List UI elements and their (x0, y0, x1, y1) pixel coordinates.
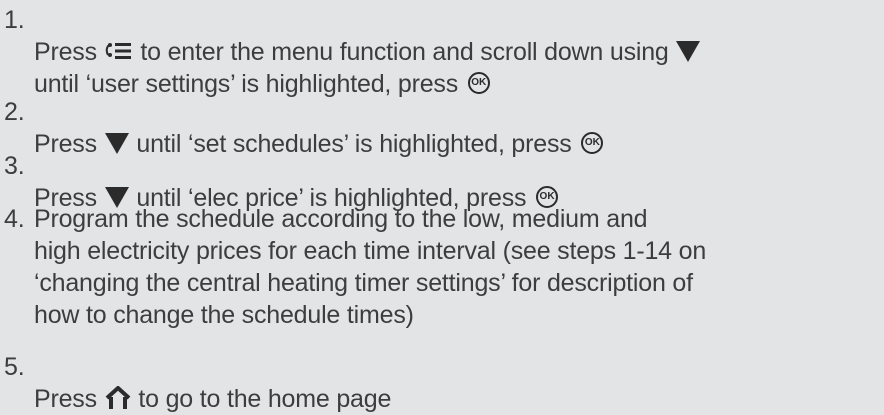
step-5: 5. Press to go to the home page (4, 351, 874, 415)
step-text: Program the schedule according to the lo… (34, 205, 707, 329)
step-1: 1. Press to enter the menu function and … (4, 4, 874, 100)
step-number: 4. (4, 205, 25, 233)
step-4: 4. Program the schedule according to the… (4, 203, 874, 331)
step-number: 5. (4, 353, 25, 381)
instruction-steps: 1. Press to enter the menu function and … (0, 0, 884, 413)
step-text: to enter the menu function and scroll do… (133, 38, 676, 66)
menu-icon (105, 43, 131, 60)
step-text: Press (34, 38, 104, 66)
step-number: 3. (4, 152, 25, 180)
step-number: 1. (4, 6, 25, 34)
step-number: 2. (4, 98, 25, 126)
down-triangle-icon (676, 41, 701, 63)
step-text: to go to the home page (131, 385, 392, 413)
step-text: Press (34, 385, 104, 413)
ok-button-icon: OK (467, 72, 490, 95)
step-text: until ‘user settings’ is highlighted, pr… (34, 70, 459, 98)
